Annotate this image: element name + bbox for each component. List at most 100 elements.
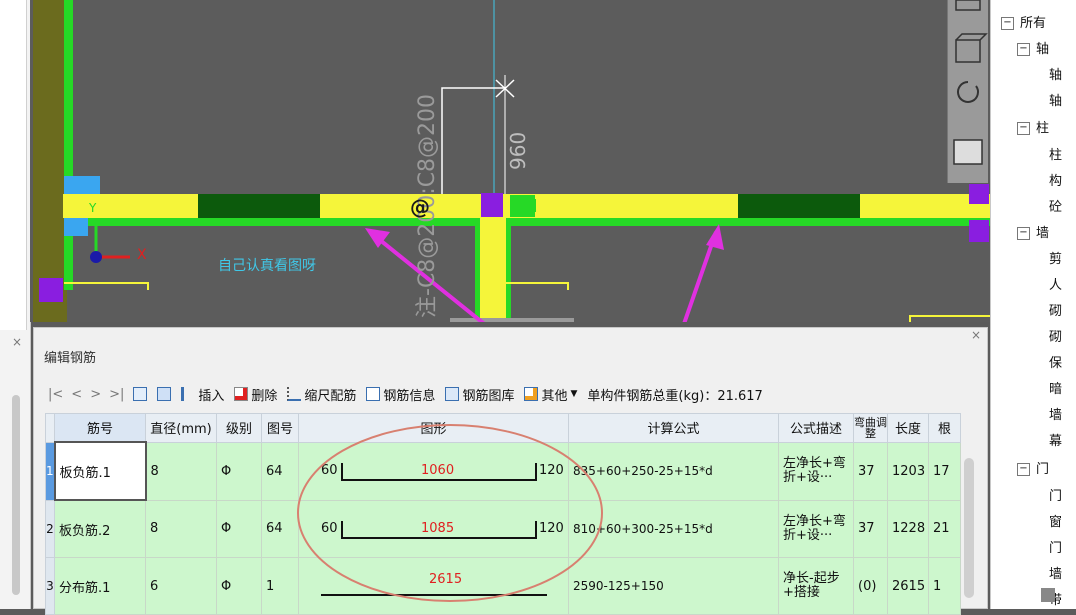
row-number[interactable]: 1 (45, 441, 55, 501)
nav-prev-button[interactable]: < (67, 387, 86, 402)
col-diameter[interactable]: 直径(mm) (145, 413, 217, 443)
row-number[interactable]: 2 (45, 499, 55, 558)
rebar-dark-1 (198, 194, 320, 218)
tree-leaf[interactable]: 窗 (1049, 511, 1062, 530)
other-menu-button[interactable]: 其他 ▼ (519, 382, 582, 406)
tree-root[interactable]: − 所有 (1001, 12, 1046, 31)
move-down-button[interactable] (152, 382, 176, 406)
arrow-2 (682, 231, 718, 322)
cell-bend-adjust[interactable]: (0) (853, 557, 888, 615)
layer-icon[interactable] (953, 139, 983, 165)
tree-leaf[interactable]: 墙 (1049, 563, 1062, 582)
tree-leaf[interactable]: 剪 (1049, 248, 1062, 267)
close-icon[interactable]: × (971, 328, 981, 342)
cell-rebar-name[interactable]: 板负筋.1 (53, 441, 147, 501)
tree-leaf[interactable]: 人 (1049, 274, 1062, 293)
table-scrollbar[interactable] (964, 458, 974, 598)
other-icon (524, 387, 539, 401)
cell-grade[interactable]: Φ (216, 499, 262, 558)
tree-leaf[interactable]: 保 (1049, 352, 1062, 371)
tree-leaf[interactable]: 砌 (1049, 326, 1062, 345)
dimension-label: 960 (506, 131, 530, 170)
nav-last-button[interactable]: >| (105, 387, 128, 402)
nav-first-button[interactable]: |< (44, 387, 67, 402)
delete-button[interactable]: 删除 (229, 382, 282, 406)
arrow-down-icon (157, 387, 172, 401)
delete-icon (234, 387, 249, 401)
outline-left (64, 282, 149, 290)
cell-rebar-name[interactable]: 板负筋.2 (54, 499, 146, 558)
nav-next-button[interactable]: > (86, 387, 105, 402)
annotation-text: 自己认真看图呀 (218, 258, 316, 274)
cell-grade[interactable]: Φ (216, 441, 262, 501)
node-left-bottom[interactable] (39, 278, 63, 302)
col-count[interactable]: 根 (928, 413, 961, 443)
tree-leaf[interactable]: 构 (1049, 170, 1062, 189)
col-formula-desc[interactable]: 公式描述 (778, 413, 854, 443)
cell-length[interactable]: 1203 (887, 441, 929, 501)
cell-count[interactable]: 1 (928, 557, 961, 615)
collapse-icon[interactable]: − (1017, 43, 1030, 56)
left-panel-scrollbar[interactable] (12, 395, 20, 595)
tree-leaf[interactable]: 砼 (1049, 196, 1062, 215)
cell-bend-adjust[interactable]: 37 (853, 499, 888, 558)
tree-leaf[interactable]: 墙 (1049, 404, 1062, 423)
marker-blue-bottom (64, 218, 88, 236)
scale-rebar-button[interactable]: 缩尺配筋 (282, 382, 361, 406)
node-right-top[interactable] (969, 184, 989, 204)
col-grade[interactable]: 级别 (216, 413, 262, 443)
row-number[interactable]: 3 (45, 557, 55, 615)
tree-leaf[interactable]: 柱 (1049, 144, 1062, 163)
axis-y-label: Y (89, 201, 97, 215)
cell-length[interactable]: 2615 (887, 557, 929, 615)
tree-group[interactable]: − 轴 (1017, 38, 1049, 57)
cell-diameter[interactable]: 8 (145, 499, 217, 558)
rebar-library-button[interactable]: 钢筋图库 (440, 382, 519, 406)
col-rebar-no[interactable]: 筋号 (54, 413, 146, 443)
move-up-button[interactable] (128, 382, 152, 406)
drawing-canvas[interactable]: 自己认真看图呀 注-C8@200:C8@200 960 X Y @ (30, 0, 990, 322)
tree-group[interactable]: − 门 (1017, 458, 1049, 477)
tree-scroll-thumb[interactable] (1041, 588, 1055, 602)
collapse-icon[interactable]: − (1017, 122, 1030, 135)
cell-diameter[interactable]: 8 (145, 441, 217, 501)
rotate-icon[interactable] (957, 81, 979, 103)
node-right-bottom[interactable] (969, 220, 989, 242)
tree-leaf[interactable]: 轴 (1049, 64, 1062, 83)
tree-leaf[interactable]: 轴 (1049, 90, 1062, 109)
left-panel-close-icon[interactable]: × (12, 335, 22, 349)
cell-length[interactable]: 1228 (887, 499, 929, 558)
cell-formula-desc[interactable]: 净长-起步 +搭接 (778, 557, 854, 615)
collapse-icon[interactable]: − (1001, 17, 1014, 30)
node-center[interactable] (481, 193, 503, 217)
col-length[interactable]: 长度 (887, 413, 929, 443)
insert-button[interactable]: 插入 (176, 382, 229, 406)
edit-rebar-panel: × 编辑钢筋 |< < > >| 插入 删除 缩尺配筋 钢筋信息 钢筋图库 其他… (33, 327, 988, 615)
tree-leaf[interactable]: 门 (1049, 537, 1062, 556)
tree-leaf[interactable]: 幕 (1049, 430, 1062, 449)
tree-leaf[interactable]: 砌 (1049, 300, 1062, 319)
view-top-icon[interactable] (955, 0, 981, 11)
tree-leaf[interactable]: 暗 (1049, 378, 1062, 397)
cell-diameter[interactable]: 6 (145, 557, 217, 615)
rebar-info-button[interactable]: 钢筋信息 (361, 382, 440, 406)
cell-count[interactable]: 17 (928, 441, 961, 501)
cell-grade[interactable]: Φ (216, 557, 262, 615)
left-wall (33, 0, 67, 322)
cell-formula-desc[interactable]: 左净长+弯 折+设··· (778, 499, 854, 558)
cell-rebar-name[interactable]: 分布筋.1 (54, 557, 146, 615)
axis-x-label: X (137, 247, 147, 263)
marker-green (523, 199, 536, 212)
tree-group[interactable]: − 墙 (1017, 222, 1049, 241)
left-panel-list (0, 0, 27, 330)
cube-icon[interactable] (955, 39, 981, 63)
cell-bend-adjust[interactable]: 37 (853, 441, 888, 501)
cell-formula-desc[interactable]: 左净长+弯 折+设··· (778, 441, 854, 501)
col-bend-adjust[interactable]: 弯曲调整 (853, 413, 888, 443)
collapse-icon[interactable]: − (1017, 463, 1030, 476)
tree-leaf[interactable]: 门 (1049, 485, 1062, 504)
cell-count[interactable]: 21 (928, 499, 961, 558)
collapse-icon[interactable]: − (1017, 227, 1030, 240)
canvas-bottom-segment (450, 318, 574, 322)
tree-group[interactable]: − 柱 (1017, 117, 1049, 136)
